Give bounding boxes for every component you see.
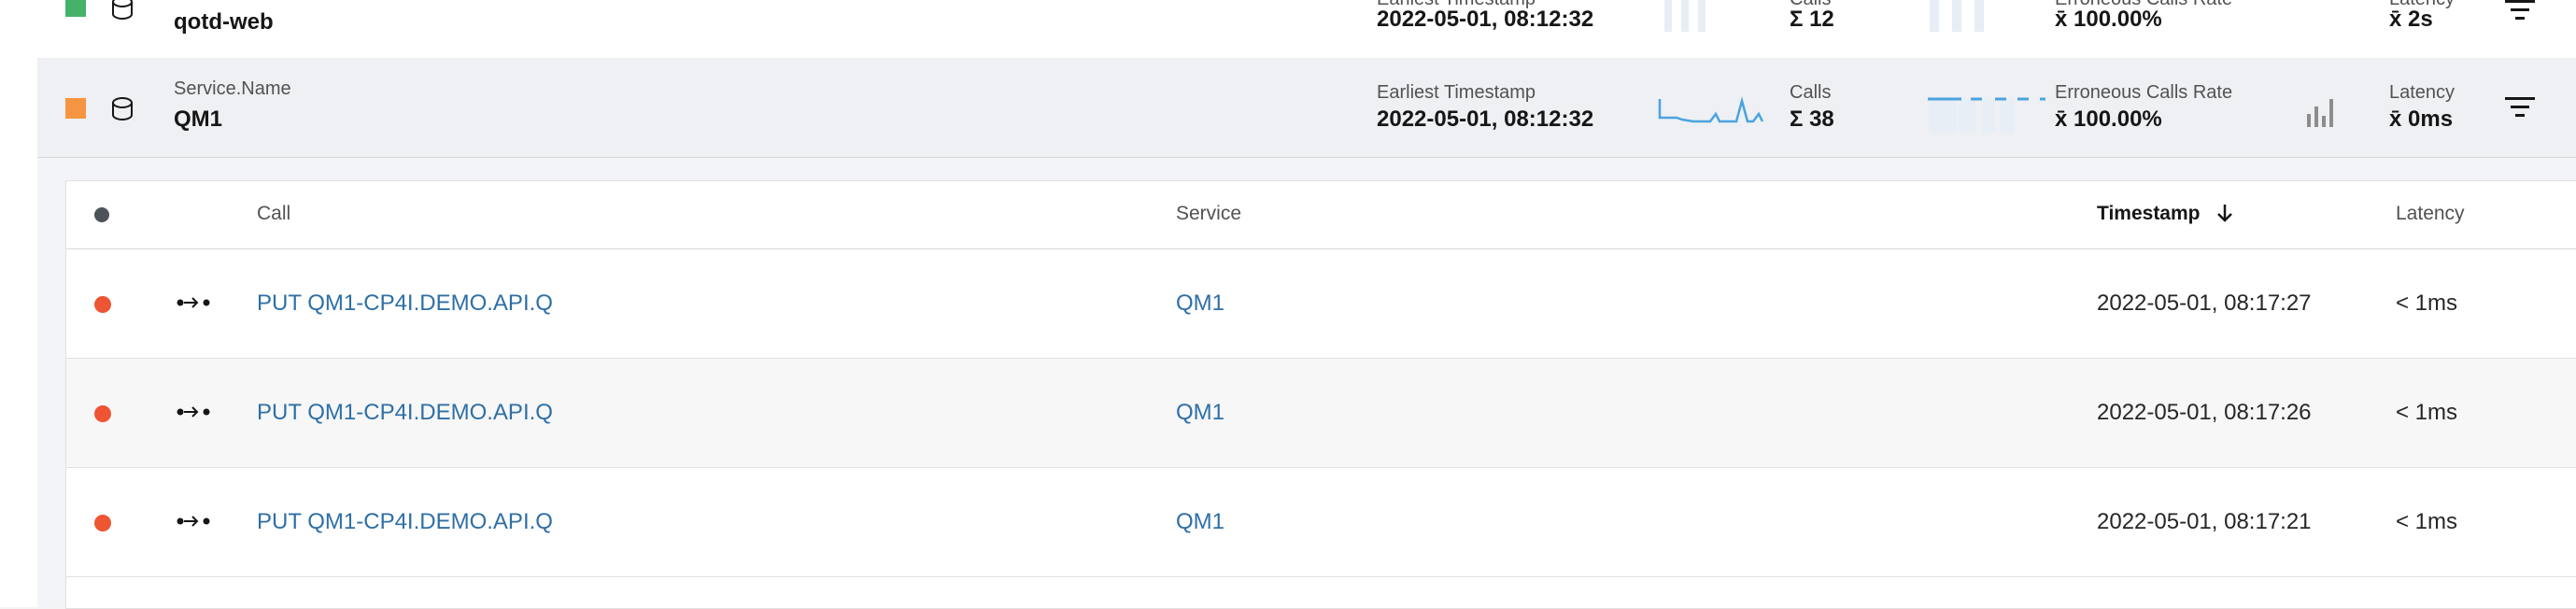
earliest-timestamp-value: 2022-05-01, 08:12:32 <box>1377 106 1594 132</box>
service-color-marker <box>65 0 86 17</box>
error-rate-value: x̄ 100.00% <box>2055 7 2162 32</box>
table-row[interactable]: PUT QM1-CP4I.DEMO.API.Q QM1 2022-05-01, … <box>66 359 2576 468</box>
error-rate-sparkline <box>1930 0 1984 32</box>
call-name-link[interactable]: PUT QM1-CP4I.DEMO.API.Q <box>257 400 553 426</box>
service-color-marker <box>65 98 86 119</box>
earliest-timestamp-value: 2022-05-01, 08:12:32 <box>1377 7 1594 32</box>
call-name-link[interactable]: PUT QM1-CP4I.DEMO.API.Q <box>257 290 553 317</box>
left-rail <box>0 0 38 607</box>
service-row-qm1[interactable]: Service.Name QM1 Earliest Timestamp 2022… <box>37 58 2576 158</box>
table-row[interactable]: PUT QM1-CP4I.DEMO.API.Q QM1 2022-05-01, … <box>66 468 2576 577</box>
exit-call-icon <box>177 297 210 308</box>
filter-icon[interactable] <box>2503 93 2537 121</box>
call-timestamp: 2022-05-01, 08:17:21 <box>2097 509 2312 534</box>
calls-value: Σ 38 <box>1790 106 1834 132</box>
filter-icon[interactable] <box>2503 0 2537 24</box>
exit-call-icon <box>177 406 210 418</box>
exit-call-icon <box>177 516 210 527</box>
status-column-dot <box>94 207 109 222</box>
calls-sparkline <box>1658 96 1764 123</box>
service-name[interactable]: qotd-web <box>174 9 274 35</box>
database-icon <box>112 0 133 21</box>
error-rate-label: Erroneous Calls Rate <box>2055 82 2233 103</box>
table-header: Call Service Timestamp Latency <box>66 181 2576 249</box>
bar-chart-icon[interactable] <box>2305 95 2337 127</box>
call-name-link[interactable]: PUT QM1-CP4I.DEMO.API.Q <box>257 509 553 535</box>
service-row-qotd-web[interactable]: qotd-web Earliest Timestamp 2022-05-01, … <box>37 0 2576 59</box>
latency-label: Latency <box>2389 82 2456 103</box>
call-timestamp: 2022-05-01, 08:17:27 <box>2097 290 2312 316</box>
database-icon <box>112 97 133 121</box>
latency-value: x̄ 0ms <box>2389 106 2454 132</box>
earliest-timestamp-label: Earliest Timestamp <box>1377 82 1536 103</box>
table-row[interactable]: PUT QM1-CP4I.DEMO.API.Q QM1 2022-05-01, … <box>66 249 2576 359</box>
column-header-call[interactable]: Call <box>257 203 290 225</box>
latency-value: x̄ 2s <box>2389 7 2433 32</box>
calls-table: Call Service Timestamp Latency PUT QM1-C… <box>65 180 2576 609</box>
calls-label: Calls <box>1790 82 1832 103</box>
call-latency: < 1ms <box>2396 509 2458 534</box>
calls-value: Σ 12 <box>1790 7 1834 32</box>
service-name-kicker: Service.Name <box>174 78 291 99</box>
call-latency: < 1ms <box>2396 400 2458 425</box>
service-name[interactable]: QM1 <box>174 106 222 133</box>
error-status-dot <box>94 515 111 531</box>
column-header-timestamp[interactable]: Timestamp <box>2097 203 2201 225</box>
column-header-latency[interactable]: Latency <box>2396 203 2465 225</box>
call-latency: < 1ms <box>2396 290 2458 316</box>
call-timestamp: 2022-05-01, 08:17:26 <box>2097 400 2312 425</box>
service-link[interactable]: QM1 <box>1176 509 1224 535</box>
error-status-dot <box>94 405 111 422</box>
calls-sparkline <box>1664 0 1706 32</box>
error-rate-sparkline <box>1928 97 2045 133</box>
sort-descending-icon[interactable] <box>2215 202 2235 224</box>
error-rate-value: x̄ 100.00% <box>2055 106 2162 132</box>
error-status-dot <box>94 296 111 313</box>
column-header-service[interactable]: Service <box>1176 203 1241 225</box>
service-link[interactable]: QM1 <box>1176 290 1224 317</box>
service-link[interactable]: QM1 <box>1176 400 1224 426</box>
